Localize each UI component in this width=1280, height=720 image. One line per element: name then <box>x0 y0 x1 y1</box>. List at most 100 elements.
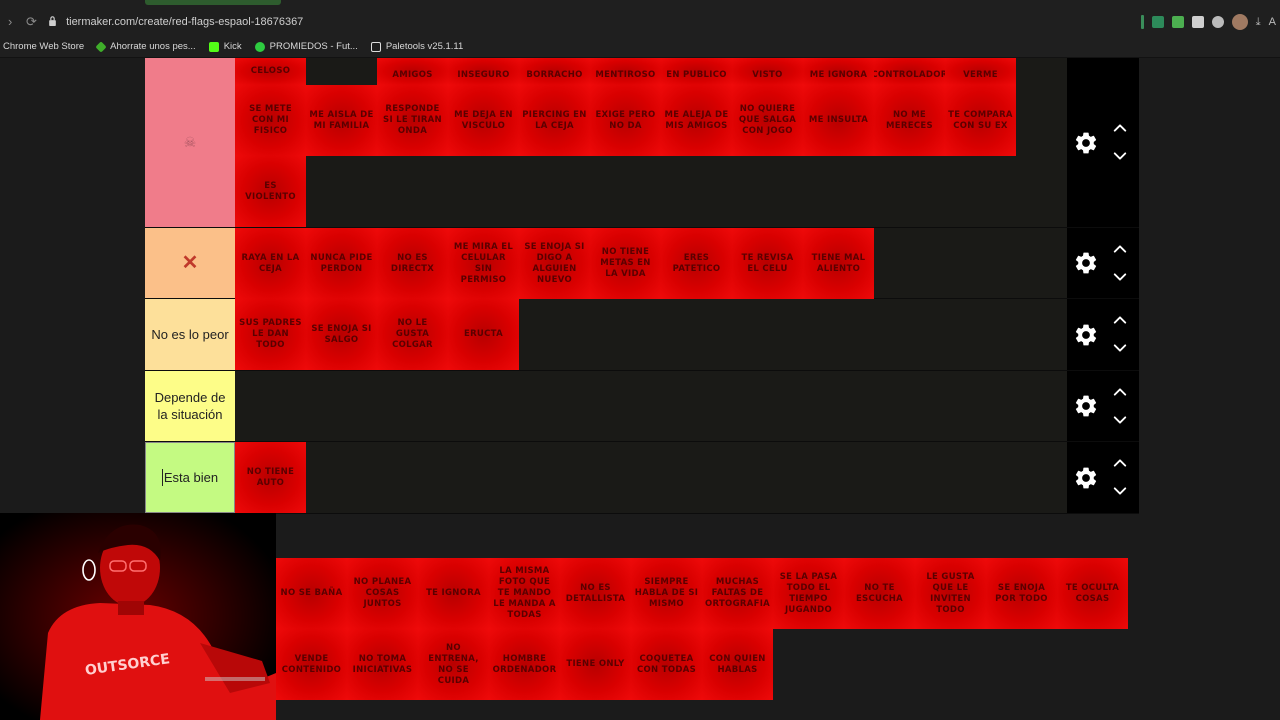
tier-controls <box>1067 228 1139 298</box>
tier-item-card[interactable]: EXIGE PERO NO DA <box>590 85 661 156</box>
chevron-down-icon[interactable] <box>1111 341 1129 355</box>
tier-item-card[interactable]: AMIGOS <box>377 58 448 85</box>
extension-icon[interactable] <box>1151 16 1164 28</box>
chevron-up-icon[interactable] <box>1111 456 1129 470</box>
tier-item-card[interactable]: TE COMPARA CON SU EX <box>945 85 1016 156</box>
gear-icon[interactable] <box>1073 465 1099 491</box>
tier-item-card[interactable]: LA MISMA FOTO QUE TE MANDO LE MANDA A TO… <box>489 558 560 629</box>
tier-item-card[interactable]: ME IGNORA <box>803 58 874 85</box>
tier-item-card[interactable]: INSEGURO <box>448 58 519 85</box>
tier-item-card[interactable]: HOMBRE ORDENADOR <box>489 629 560 700</box>
tier-item-card[interactable]: ERUCTA <box>448 299 519 370</box>
chevron-down-icon[interactable] <box>1111 149 1129 163</box>
document-icon <box>370 41 381 52</box>
gear-icon[interactable] <box>1073 393 1099 419</box>
tier-items-top-row: CELOSOCELOSOAMIGOSINSEGUROBORRACHOMENTIR… <box>235 58 1067 85</box>
tier-item-card[interactable]: RAYA EN LA CEJA <box>235 228 306 299</box>
tier-item-card[interactable]: SE METE CON MI FISICO <box>235 85 306 156</box>
chevron-down-icon[interactable] <box>1111 484 1129 498</box>
extension-icon[interactable] <box>1191 16 1204 28</box>
tier-item-card[interactable]: CON QUIEN HABLAS <box>702 629 773 700</box>
tier-item-card[interactable]: ERES PATETICO <box>661 228 732 299</box>
tier-item-card[interactable]: NO ES DETALLISTA <box>560 558 631 629</box>
tier-item-card[interactable]: SE LA PASA TODO EL TIEMPO JUGANDO <box>773 558 844 629</box>
download-icon[interactable]: ⤓ <box>1256 16 1261 29</box>
tier-item-card[interactable]: NO LE GUSTA COLGAR <box>377 299 448 370</box>
translate-icon[interactable]: A <box>1269 16 1276 28</box>
tier-item-card[interactable]: SE ENOJA POR TODO <box>986 558 1057 629</box>
bookmark-promiedos[interactable]: PROMIEDOS - Fut... <box>254 41 358 52</box>
tier-item-card[interactable]: NO ES DIRECTX <box>377 228 448 299</box>
tier-item-card[interactable]: MUCHAS FALTAS DE ORTOGRAFIA <box>702 558 773 629</box>
tier-label-esta-bien[interactable]: Esta bien <box>145 442 235 513</box>
tier-items: CELOSOCELOSOAMIGOSINSEGUROBORRACHOMENTIR… <box>235 58 1067 227</box>
tier-item-card[interactable]: EN PUBLICO <box>661 58 732 85</box>
tier-item-card[interactable]: TE OCULTA COSAS <box>1057 558 1128 629</box>
tier-items: RAYA EN LA CEJA NUNCA PIDE PERDON NO ES DI… <box>235 228 1067 299</box>
tier-item-card[interactable]: TIENE ONLY <box>560 629 631 700</box>
tier-item-card[interactable]: TIENE MAL ALIENTO <box>803 228 874 299</box>
tier-item-card[interactable]: NO PLANEA COSAS JUNTOS <box>347 558 418 629</box>
tier-item-card[interactable]: NO TIENE AUTO <box>235 442 306 513</box>
tier-label-skull[interactable]: ☠ <box>145 58 235 227</box>
tier-item-card[interactable]: VERME <box>945 58 1016 85</box>
tier-item-card[interactable]: CONTROLADOR <box>874 58 945 85</box>
bookmark-kick[interactable]: Kick <box>208 41 242 52</box>
tier-label-text[interactable]: Esta bien <box>161 469 218 486</box>
tier-item-card[interactable]: ME MIRA EL CELULAR SIN PERMISO <box>448 228 519 299</box>
profile-avatar[interactable] <box>1231 14 1248 30</box>
tier-item-card[interactable]: PIERCING EN LA CEJA <box>519 85 590 156</box>
tier-item-card[interactable]: ME AISLA DE MI FAMILIA <box>306 85 377 156</box>
chevron-up-icon[interactable] <box>1111 242 1129 256</box>
chevron-down-icon[interactable] <box>1111 270 1129 284</box>
tier-item-card[interactable]: COQUETEA CON TODAS <box>631 629 702 700</box>
bookmark-chrome-web-store[interactable]: Chrome Web Store <box>3 41 84 52</box>
tier-item-card[interactable]: BORRACHO <box>519 58 590 85</box>
gear-icon[interactable] <box>1073 322 1099 348</box>
tier-item-card[interactable]: NO QUIERE QUE SALGA CON JOGO <box>732 85 803 156</box>
tier-item-card[interactable]: SE ENOJA SI DIGO A ALGUIEN NUEVO <box>519 228 590 299</box>
tier-item-card[interactable]: CELOSO <box>235 58 306 85</box>
active-tab-indicator[interactable] <box>145 0 281 5</box>
unranked-items-pool: NO SE BAÑA NO PLANEA COSAS JUNTOS TE IGNOR… <box>276 558 1140 700</box>
tier-item-card[interactable]: SE ENOJA SI SALGO <box>306 299 377 370</box>
tier-item-card[interactable]: SIEMPRE HABLA DE SI MISMO <box>631 558 702 629</box>
tier-item-card[interactable]: NO ENTRENA, NO SE CUIDA <box>418 629 489 700</box>
bookmark-paletools[interactable]: Paletools v25.1.11 <box>370 41 463 52</box>
tier-label-no-es-lo-peor[interactable]: No es lo peor <box>145 299 235 370</box>
tier-item-card[interactable]: ES VIOLENTO <box>235 156 306 227</box>
extension-icon[interactable] <box>1171 16 1184 28</box>
tier-item-card[interactable]: ME ALEJA DE MIS AMIGOS <box>661 85 732 156</box>
tier-item-card[interactable]: RESPONDE SI LE TIRAN ONDA <box>377 85 448 156</box>
chevron-up-icon[interactable] <box>1111 313 1129 327</box>
bookmarks-bar: Chrome Web Store Ahorrate unos pes... Ki… <box>0 36 1280 58</box>
bookmark-ahorrate[interactable]: Ahorrate unos pes... <box>95 40 196 53</box>
browser-toolbar: › ⟳ tiermaker.com/create/red-flags-espao… <box>0 0 1280 36</box>
tier-item-card[interactable]: SUS PADRES LE DAN TODO <box>235 299 306 370</box>
forward-icon[interactable]: › <box>8 14 12 30</box>
tier-label-x[interactable]: ✕ <box>145 228 235 298</box>
address-bar[interactable]: tiermaker.com/create/red-flags-espaol-18… <box>48 12 468 32</box>
gear-icon[interactable] <box>1073 130 1099 156</box>
tier-item-card[interactable]: NO TOMA INICIATIVAS <box>347 629 418 700</box>
tier-item-card[interactable]: TE IGNORA <box>418 558 489 629</box>
tier-item-card[interactable]: NUNCA PIDE PERDON <box>306 228 377 299</box>
tier-item-card[interactable]: NO SE BAÑA <box>276 558 347 629</box>
chevron-up-icon[interactable] <box>1111 385 1129 399</box>
tier-item-card[interactable]: MENTIROSO <box>590 58 661 85</box>
tier-item-card[interactable]: NO TIENE METAS EN LA VIDA <box>590 228 661 299</box>
tier-item-card[interactable]: VENDE CONTENIDO <box>276 629 347 700</box>
chevron-up-icon[interactable] <box>1111 121 1129 135</box>
chevron-down-icon[interactable] <box>1111 413 1129 427</box>
puzzle-icon[interactable] <box>1211 16 1224 28</box>
tier-item-card[interactable]: LE GUSTA QUE LE INVITEN TODO <box>915 558 986 629</box>
tier-item-card[interactable]: ME DEJA EN VISCULO <box>448 85 519 156</box>
tier-item-card[interactable]: VISTO <box>732 58 803 85</box>
tier-item-card[interactable]: NO TE ESCUCHA <box>844 558 915 629</box>
gear-icon[interactable] <box>1073 250 1099 276</box>
reload-icon[interactable]: ⟳ <box>26 14 37 30</box>
tier-item-card[interactable]: TE REVISA EL CELU <box>732 228 803 299</box>
tier-label-depende[interactable]: Depende de la situación <box>145 371 235 441</box>
tier-item-card[interactable]: NO ME MERECES <box>874 85 945 156</box>
tier-item-card[interactable]: ME INSULTA <box>803 85 874 156</box>
